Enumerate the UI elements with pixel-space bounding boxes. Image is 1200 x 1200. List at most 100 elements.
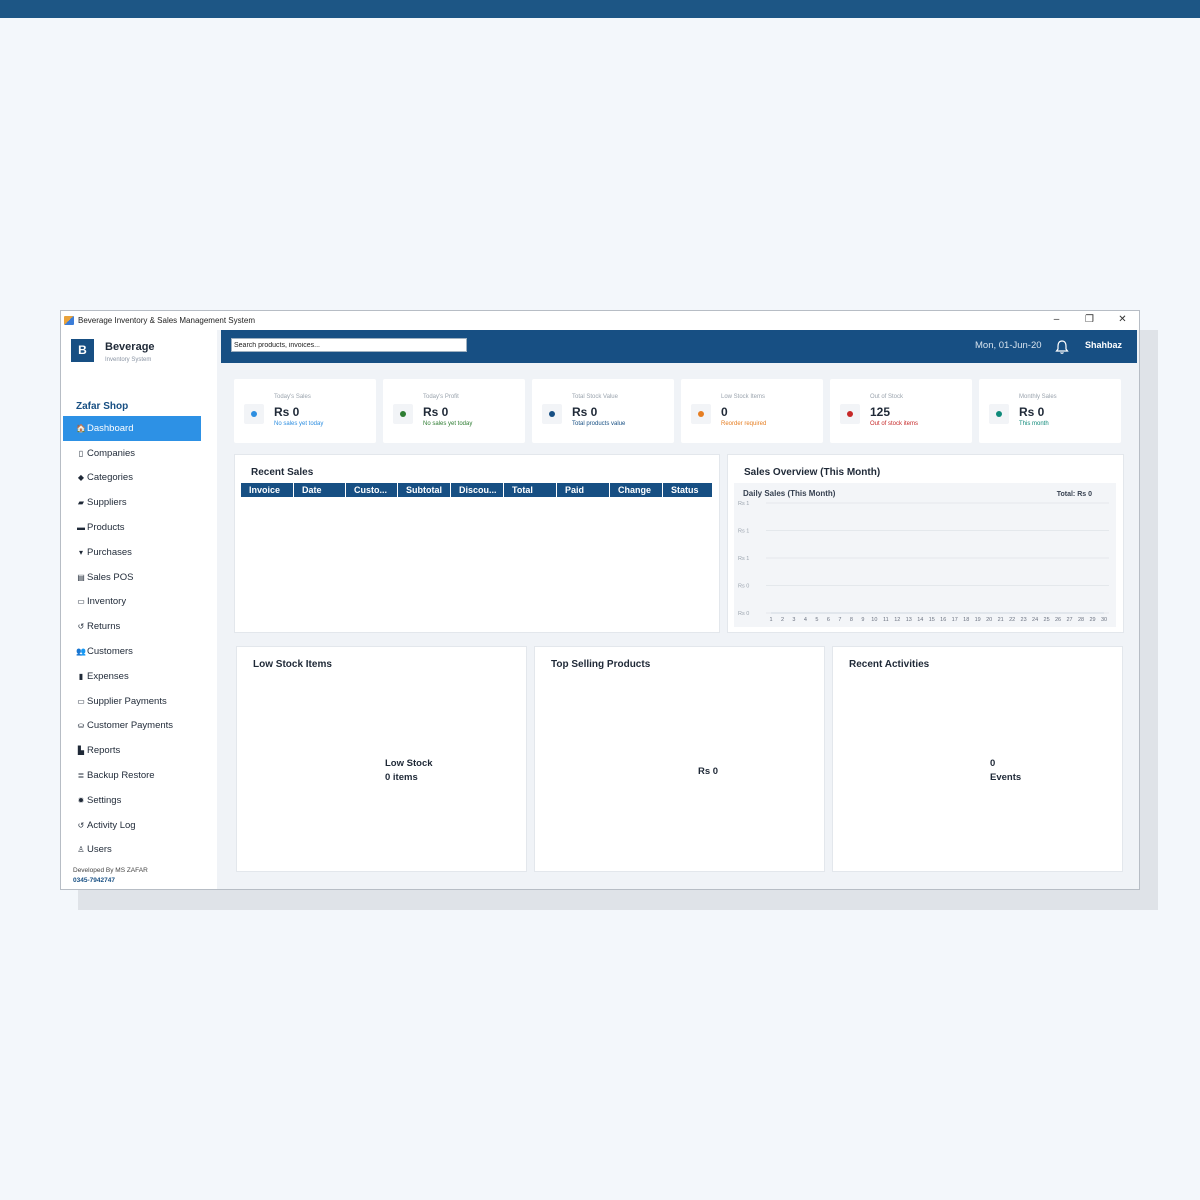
column-header[interactable]: Paid (557, 483, 610, 497)
sidebar-item-label: Dashboard (87, 422, 134, 434)
sidebar-item-purchases[interactable]: ▾ Purchases (63, 540, 201, 565)
x-tick-label: 11 (883, 617, 889, 623)
recent-activities-panel: Recent Activities 0 Events (832, 646, 1123, 872)
stat-label: Low Stock Items (721, 394, 766, 400)
window-title: Beverage Inventory & Sales Management Sy… (78, 316, 255, 325)
sidebar-item-categories[interactable]: ◆ Categories (63, 466, 201, 491)
x-tick-label: 15 (929, 617, 935, 623)
status-dot-icon (996, 411, 1002, 417)
x-tick-label: 20 (986, 617, 992, 623)
column-header[interactable]: Custo... (346, 483, 398, 497)
sales-overview-title: Sales Overview (This Month) (744, 467, 881, 478)
stat-caption: Total products value (572, 421, 626, 427)
y-tick-label: Rs 0 (738, 611, 749, 617)
x-tick-label: 6 (827, 617, 830, 623)
x-tick-label: 12 (894, 617, 900, 623)
undo-icon: ↺ (77, 622, 85, 632)
activities-label: Events (990, 772, 1022, 783)
close-button[interactable]: ✕ (1106, 311, 1139, 330)
bell-icon[interactable] (1054, 339, 1070, 355)
sidebar-item-label: Inventory (87, 596, 127, 608)
receipt-icon: ▮ (78, 671, 84, 681)
users-icon: 👥 (76, 647, 86, 657)
x-tick-label: 22 (1009, 617, 1015, 623)
todays-profit-card: Today's Profit Rs 0 No sales yet today (383, 379, 525, 443)
x-tick-label: 2 (781, 617, 784, 623)
brand: B Beverage Inventory System (71, 339, 155, 363)
sidebar-item-products[interactable]: ▬ Products (63, 515, 201, 540)
sidebar-item-users[interactable]: ♙ Users (63, 838, 201, 863)
recent-sales-panel: Recent Sales Invoice Date Custo... Subtotal… (234, 454, 720, 633)
recent-sales-grid-header: Invoice Date Custo... Subtotal Discou... Tota… (241, 483, 713, 497)
gear-icon: ✹ (77, 795, 85, 805)
sidebar-item-activity-log[interactable]: ↺ Activity Log (63, 813, 201, 838)
user-name[interactable]: Shahbaz (1085, 340, 1122, 350)
user-icon: ♙ (77, 845, 85, 855)
sidebar-item-sales-pos[interactable]: ▤ Sales POS (63, 565, 201, 590)
sidebar-item-suppliers[interactable]: ▰ Suppliers (63, 490, 201, 515)
search-input[interactable] (231, 338, 467, 352)
x-tick-label: 25 (1044, 617, 1050, 623)
stat-caption: Reorder required (721, 421, 767, 427)
developer-phone: 0345-7942747 (73, 877, 115, 884)
stat-icon (691, 404, 711, 424)
column-header[interactable]: Subtotal (398, 483, 451, 497)
sidebar-item-inventory[interactable]: ▭ Inventory (63, 590, 201, 615)
sidebar-item-companies[interactable]: ▯ Companies (63, 441, 201, 466)
stat-caption: No sales yet today (274, 421, 324, 427)
app-window: Beverage Inventory & Sales Management Sy… (60, 310, 1140, 890)
x-tick-label: 13 (906, 617, 912, 623)
sidebar-item-supplier-payments[interactable]: ▭ Supplier Payments (63, 689, 201, 714)
sidebar-item-label: Returns (87, 621, 121, 633)
cart-icon: ▾ (78, 547, 83, 557)
stat-icon (244, 404, 264, 424)
y-tick-label: Rs 1 (738, 529, 749, 535)
column-header[interactable]: Invoice (241, 483, 294, 497)
sidebar-item-returns[interactable]: ↺ Returns (63, 614, 201, 639)
x-tick-label: 16 (940, 617, 946, 623)
sidebar-item-customer-payments[interactable]: ⛀ Customer Payments (63, 714, 201, 739)
x-tick-label: 4 (804, 617, 807, 623)
low-stock-items-card: Low Stock Items 0 Reorder required (681, 379, 823, 443)
stat-value: Rs 0 (1019, 405, 1045, 419)
low-stock-panel: Low Stock Items Low Stock 0 items (236, 646, 527, 872)
sidebar-item-dashboard[interactable]: 🏠 Dashboard (63, 416, 201, 441)
status-dot-icon (251, 411, 257, 417)
stat-label: Today's Profit (423, 394, 459, 400)
column-header[interactable]: Change (610, 483, 663, 497)
column-header[interactable]: Status (663, 483, 713, 497)
sidebar-item-customers[interactable]: 👥 Customers (63, 639, 201, 664)
window-titlebar: Beverage Inventory & Sales Management Sy… (61, 311, 1139, 330)
top-selling-value: Rs 0 (698, 766, 719, 777)
column-header[interactable]: Discou... (451, 483, 504, 497)
x-tick-label: 26 (1055, 617, 1061, 623)
sidebar-item-reports[interactable]: ▙ Reports (63, 738, 201, 763)
low-stock-count: 0 items (385, 772, 418, 783)
app-icon (64, 316, 74, 325)
sidebar-item-expenses[interactable]: ▮ Expenses (63, 664, 201, 689)
minimize-button[interactable]: – (1040, 311, 1073, 330)
y-tick-label: Rs 1 (738, 556, 749, 562)
low-stock-label: Low Stock (385, 758, 433, 769)
x-tick-label: 28 (1078, 617, 1084, 623)
stat-icon (393, 404, 413, 424)
column-header[interactable]: Total (504, 483, 557, 497)
monthly-sales-card: Monthly Sales Rs 0 This month (979, 379, 1121, 443)
maximize-button[interactable]: ❐ (1073, 311, 1106, 330)
column-header[interactable]: Date (294, 483, 346, 497)
credit-card-icon: ▭ (77, 696, 85, 706)
sidebar-item-backup-restore[interactable]: ≣ Backup Restore (63, 763, 201, 788)
app-header: Mon, 01-Jun-20 Shahbaz (221, 330, 1137, 363)
stat-caption: This month (1019, 421, 1049, 427)
sales-overview-panel: Sales Overview (This Month) Daily Sales … (727, 454, 1124, 633)
x-tick-label: 30 (1101, 617, 1107, 623)
warehouse-icon: ▭ (77, 597, 85, 607)
sidebar-item-settings[interactable]: ✹ Settings (63, 788, 201, 813)
brand-name: Beverage (105, 341, 155, 353)
x-tick-label: 10 (871, 617, 877, 623)
sidebar-item-label: Reports (87, 745, 121, 757)
stat-caption: No sales yet today (423, 421, 473, 427)
daily-sales-chart-svg: Daily Sales (This Month) Total: Rs 0 Rs 1 R… (738, 489, 1109, 623)
brand-subtitle: Inventory System (105, 357, 152, 363)
chart-title: Daily Sales (This Month) (743, 489, 836, 498)
